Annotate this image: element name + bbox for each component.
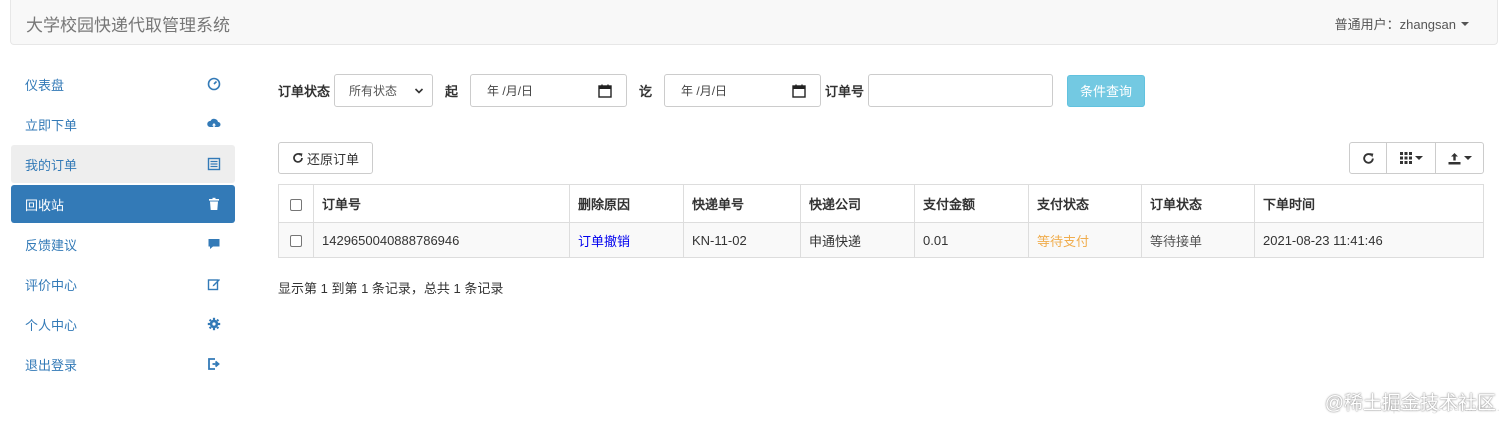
comment-icon	[208, 239, 220, 249]
export-button[interactable]	[1435, 142, 1484, 174]
main-content: 订单状态 所有状态 起 年 /月/日 讫 年 /月/日 订单号 条件查询 还原订…	[278, 74, 1484, 296]
user-menu[interactable]: 普通用户：zhangsan	[1335, 14, 1469, 33]
sidebar-item-profile[interactable]: 个人中心	[11, 305, 235, 343]
table-tools-group	[1349, 142, 1484, 174]
dashboard-icon	[207, 77, 221, 91]
columns-button[interactable]	[1386, 142, 1436, 174]
from-date-input[interactable]: 年 /月/日	[470, 74, 628, 107]
sidebar-item-recycle-bin[interactable]: 回收站	[11, 185, 235, 223]
to-date-input[interactable]: 年 /月/日	[664, 74, 822, 107]
order-no-input[interactable]	[868, 74, 1054, 107]
restore-order-label: 还原订单	[306, 151, 359, 167]
row-select-cell	[278, 222, 314, 258]
sidebar-item-reviews[interactable]: 评价中心	[11, 265, 235, 303]
cell-delete-reason[interactable]: 订单撤销	[569, 222, 684, 258]
app-title[interactable]: 大学校园快递代取管理系统	[26, 11, 230, 36]
pagination-summary: 显示第 1 到第 1 条记录，总共 1 条记录	[278, 281, 504, 296]
sidebar: 仪表盘 立即下单 我的订单 回收站 反馈建议 评价中心 个人中心 退出登录	[11, 65, 235, 385]
sidebar-item-feedback[interactable]: 反馈建议	[11, 225, 235, 263]
trash-icon	[209, 197, 219, 210]
refresh-button[interactable]	[1349, 142, 1387, 174]
chevron-down-icon	[414, 87, 424, 94]
select-all-cell	[278, 184, 314, 223]
sidebar-item-my-orders[interactable]: 我的订单	[11, 145, 235, 183]
order-status-label: 订单状态	[278, 84, 331, 99]
sidebar-item-label: 退出登录	[25, 357, 78, 373]
sidebar-item-label: 立即下单	[25, 117, 78, 133]
column-header[interactable]: 支付状态	[1028, 184, 1142, 223]
from-date-placeholder: 年 /月/日	[487, 84, 534, 98]
cell-order-no: 1429650040888786946	[313, 222, 570, 258]
sidebar-item-label: 评价中心	[25, 277, 78, 293]
watermark: @稀土掘金技术社区	[1324, 393, 1496, 414]
export-icon	[1448, 152, 1460, 164]
sidebar-item-label: 我的订单	[25, 157, 78, 173]
cell-courier: 申通快递	[800, 222, 915, 258]
sidebar-item-label: 反馈建议	[25, 237, 78, 253]
refresh-icon	[293, 153, 303, 163]
sidebar-item-label: 仪表盘	[25, 77, 65, 93]
top-navbar: 大学校园快递代取管理系统 普通用户：zhangsan	[10, 0, 1498, 45]
filter-bar: 订单状态 所有状态 起 年 /月/日 讫 年 /月/日 订单号 条件查询	[278, 74, 1484, 107]
cell-order-time: 2021-08-23 11:41:46	[1254, 222, 1484, 258]
restore-order-button[interactable]: 还原订单	[278, 142, 373, 174]
order-status-select[interactable]: 所有状态	[334, 74, 434, 107]
sidebar-item-dashboard[interactable]: 仪表盘	[11, 65, 235, 103]
order-no-label: 订单号	[825, 84, 865, 99]
column-header[interactable]: 删除原因	[569, 184, 684, 223]
table-row[interactable]: 1429650040888786946 订单撤销 KN-11-02 申通快递 0…	[278, 222, 1484, 258]
chevron-down-icon	[1414, 156, 1423, 160]
order-status-value: 所有状态	[349, 84, 398, 98]
column-header[interactable]: 订单号	[313, 184, 570, 223]
cell-tracking-no: KN-11-02	[683, 222, 801, 258]
user-label: 普通用户：zhangsan	[1334, 17, 1456, 32]
cell-amount: 0.01	[914, 222, 1029, 258]
from-date-label: 起	[445, 84, 459, 99]
logout-icon	[208, 358, 220, 370]
to-date-placeholder: 年 /月/日	[681, 84, 728, 98]
cloud-upload-icon	[207, 118, 221, 129]
chevron-down-icon	[1461, 21, 1469, 26]
to-date-label: 讫	[639, 84, 653, 99]
orders-table: 订单号 删除原因 快递单号 快递公司 支付金额 支付状态 订单状态 下单时间 1…	[278, 184, 1484, 258]
table-header-row: 订单号 删除原因 快递单号 快递公司 支付金额 支付状态 订单状态 下单时间	[278, 184, 1484, 223]
row-checkbox[interactable]	[290, 235, 302, 248]
column-header[interactable]: 下单时间	[1254, 184, 1484, 223]
calendar-icon[interactable]	[792, 84, 806, 98]
gear-icon	[207, 317, 221, 331]
cell-order-status: 等待接单	[1141, 222, 1255, 258]
table-toolbar: 还原订单	[278, 142, 1484, 174]
cell-payment-status: 等待支付	[1028, 222, 1142, 258]
list-icon	[207, 157, 221, 171]
column-header[interactable]: 快递公司	[800, 184, 915, 223]
calendar-icon[interactable]	[598, 84, 612, 98]
sidebar-item-label: 回收站	[25, 197, 65, 213]
refresh-icon	[1362, 152, 1374, 164]
column-header[interactable]: 订单状态	[1141, 184, 1255, 223]
sidebar-item-label: 个人中心	[25, 317, 78, 333]
sidebar-item-logout[interactable]: 退出登录	[11, 345, 235, 383]
chevron-down-icon	[1463, 156, 1472, 160]
grid-icon	[1399, 152, 1412, 164]
edit-icon	[207, 279, 220, 291]
column-header[interactable]: 快递单号	[683, 184, 801, 223]
column-header[interactable]: 支付金额	[914, 184, 1029, 223]
sidebar-item-order-now[interactable]: 立即下单	[11, 105, 235, 143]
select-all-checkbox[interactable]	[290, 198, 302, 211]
query-button[interactable]: 条件查询	[1067, 74, 1146, 107]
